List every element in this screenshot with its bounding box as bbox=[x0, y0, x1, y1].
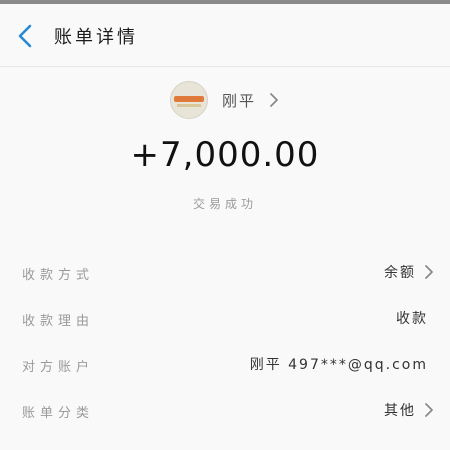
transaction-amount: +7,000.00 bbox=[130, 135, 320, 175]
detail-value: 其他 bbox=[384, 400, 434, 420]
navigation-bar: 账单详情 bbox=[0, 4, 450, 67]
merchant-row[interactable]: 刚平 bbox=[0, 81, 450, 119]
detail-value: 刚平 497***@qq.com bbox=[250, 354, 428, 374]
chevron-right-icon bbox=[425, 265, 433, 279]
detail-row-payment-method[interactable]: 收款方式 余额 bbox=[0, 250, 450, 296]
transaction-status: 交易成功 bbox=[192, 197, 257, 211]
chevron-left-icon bbox=[18, 24, 32, 48]
avatar bbox=[169, 81, 208, 119]
detail-row-category[interactable]: 账单分类 其他 bbox=[0, 388, 450, 434]
detail-label: 对方账户 bbox=[22, 360, 95, 375]
chevron-right-icon bbox=[270, 93, 278, 107]
back-button[interactable] bbox=[10, 20, 42, 52]
detail-row-counterparty: 对方账户 刚平 497***@qq.com bbox=[0, 342, 450, 388]
detail-value-text: 刚平 497***@qq.com bbox=[249, 357, 428, 373]
detail-label: 账单分类 bbox=[22, 406, 95, 421]
bill-detail-content: 刚平 +7,000.00 交易成功 收款方式 余额 收款理由 收款 对方账户 刚… bbox=[0, 67, 450, 450]
chevron-right-icon bbox=[425, 403, 433, 417]
detail-list: 收款方式 余额 收款理由 收款 对方账户 刚平 497***@qq.com 账单… bbox=[0, 250, 450, 434]
avatar-band bbox=[173, 96, 204, 102]
detail-label: 收款方式 bbox=[22, 268, 95, 283]
detail-value-text: 其他 bbox=[384, 403, 416, 419]
detail-row-reason: 收款理由 收款 bbox=[0, 296, 450, 342]
detail-value-text: 余额 bbox=[384, 265, 416, 281]
detail-value-text: 收款 bbox=[396, 311, 428, 327]
detail-value: 余额 bbox=[384, 262, 434, 282]
detail-value: 收款 bbox=[396, 308, 428, 328]
avatar-band-secondary bbox=[176, 104, 201, 107]
merchant-name: 刚平 bbox=[221, 91, 256, 110]
page-title: 账单详情 bbox=[54, 27, 138, 48]
detail-label: 收款理由 bbox=[22, 314, 95, 329]
